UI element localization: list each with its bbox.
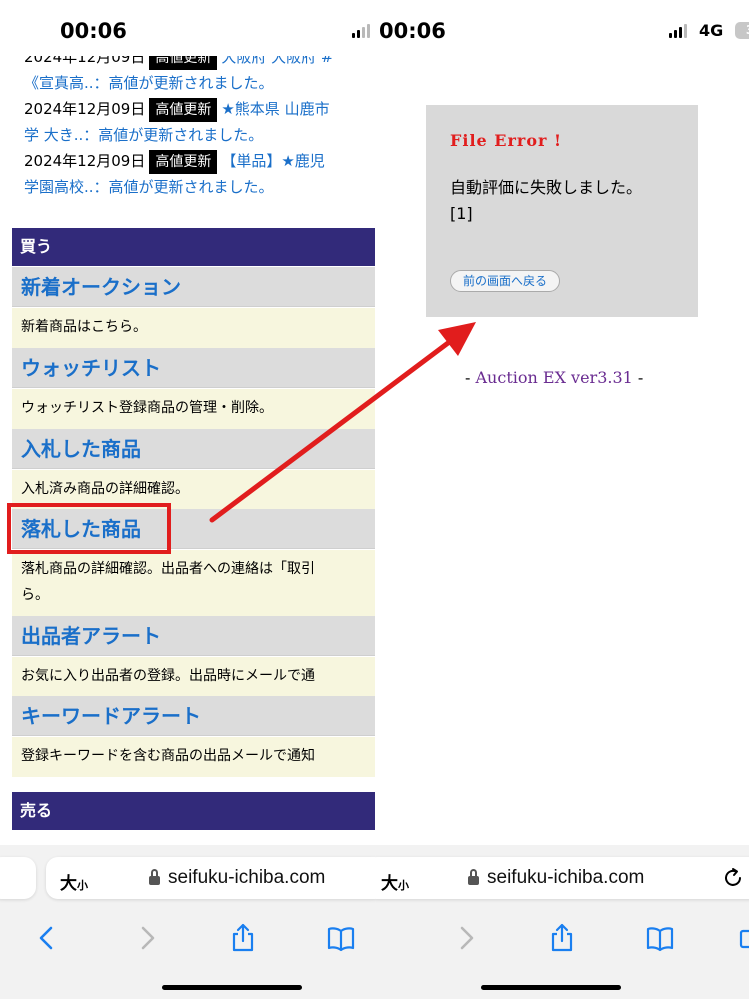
news-link[interactable]: 【単品】★鹿児 xyxy=(221,152,324,170)
lock-icon xyxy=(149,869,160,885)
sell-section-header: 売る xyxy=(12,792,375,830)
news-link[interactable]: ★熊本県 山鹿市 xyxy=(221,100,329,118)
home-indicator xyxy=(162,985,302,990)
menu-desc: ウォッチリスト登録商品の管理・削除。 xyxy=(12,389,375,429)
bookmarks-icon[interactable] xyxy=(645,923,675,953)
home-indicator xyxy=(481,985,621,990)
error-dialog: File Error ! 自動評価に失敗しました。[1] 前の画面へ戻る xyxy=(426,105,698,317)
annotation-highlight-box xyxy=(7,503,171,554)
menu-desc: 新着商品はこちら。 xyxy=(12,308,375,348)
address-bar: 大小 seifuku-ichiba.com xyxy=(375,845,749,909)
menu-desc: 落札商品の詳細確認。出品者への連絡は「取引 ら。 xyxy=(12,550,375,616)
lock-icon xyxy=(468,869,479,885)
news-item[interactable]: 2024年12月09日 高値更新 【単品】★鹿児 xyxy=(24,148,375,174)
tab-pill-prev[interactable] xyxy=(0,857,36,899)
forward-icon[interactable] xyxy=(451,923,481,953)
share-icon[interactable] xyxy=(547,923,577,953)
version-footer: - Auction EX ver3.31 - xyxy=(465,368,644,387)
menu-desc-line: ら。 xyxy=(21,587,49,603)
url-text[interactable]: seifuku-ichiba.com xyxy=(168,867,325,889)
news-link-cont[interactable]: 学園高校..：高値が更新されました。 xyxy=(24,174,375,200)
tabs-icon[interactable] xyxy=(737,923,749,953)
news-link-cont[interactable]: 学 大き..：高値が更新されました。 xyxy=(24,122,375,148)
text-size-button[interactable]: 大小 xyxy=(381,869,409,894)
menu-keyword-alert[interactable]: キーワードアラート xyxy=(12,696,375,736)
address-bar: 大小 seifuku-ichiba.com xyxy=(0,845,375,909)
news-item[interactable]: 2024年12月09日 高値更新 ★熊本県 山鹿市 xyxy=(24,96,375,122)
menu-watchlist[interactable]: ウォッチリスト xyxy=(12,348,375,388)
error-message: 自動評価に失敗しました。[1] xyxy=(450,178,643,223)
reload-icon[interactable] xyxy=(722,867,744,889)
back-to-previous-button[interactable]: 前の画面へ戻る xyxy=(450,270,561,292)
version-text: Auction EX ver3.31 xyxy=(475,368,633,387)
menu-seller-alert[interactable]: 出品者アラート xyxy=(12,616,375,656)
status-time: 00:06 xyxy=(379,19,446,43)
bookmarks-icon[interactable] xyxy=(326,923,356,953)
url-text[interactable]: seifuku-ichiba.com xyxy=(487,867,644,889)
signal-icon xyxy=(352,24,370,38)
left-screenshot: 00:06 2024年12月09日 高値更新 大阪府 大阪府 # 《宣真高..：高値… xyxy=(0,0,375,999)
news-tag: 高値更新 xyxy=(149,98,218,122)
network-label: 4G xyxy=(699,21,724,40)
news-link-cont[interactable]: 《宣真高..：高値が更新されました。 xyxy=(24,70,375,96)
menu-new-auction[interactable]: 新着オークション xyxy=(12,267,375,307)
right-screenshot: 00:06 4G 3 File Error ! 自動評価に失敗しました。[1] … xyxy=(375,0,749,999)
forward-icon[interactable] xyxy=(132,923,162,953)
news-date: 2024年12月09日 xyxy=(24,100,146,118)
menu-desc-line: 落札商品の詳細確認。出品者への連絡は「取引 xyxy=(21,561,315,577)
share-icon[interactable] xyxy=(228,923,258,953)
news-tag: 高値更新 xyxy=(149,150,218,174)
menu-desc: 登録キーワードを含む商品の出品メールで通知 xyxy=(12,737,375,777)
menu-bid-items[interactable]: 入札した商品 xyxy=(12,429,375,469)
buy-section-header: 買う xyxy=(12,228,375,266)
status-bar: 00:06 xyxy=(0,0,375,56)
signal-icon xyxy=(669,24,687,38)
error-title: File Error ! xyxy=(450,131,563,150)
menu-desc: お気に入り出品者の登録。出品時にメールで通 xyxy=(12,657,375,697)
battery-icon: 3 xyxy=(735,22,749,39)
news-feed: 2024年12月09日 高値更新 大阪府 大阪府 # 《宣真高..：高値が更新されま… xyxy=(24,44,375,200)
back-icon[interactable] xyxy=(32,923,62,953)
status-time: 00:06 xyxy=(60,19,127,43)
text-size-button[interactable]: 大小 xyxy=(60,869,88,894)
news-date: 2024年12月09日 xyxy=(24,152,146,170)
status-bar: 00:06 4G 3 xyxy=(375,0,749,56)
